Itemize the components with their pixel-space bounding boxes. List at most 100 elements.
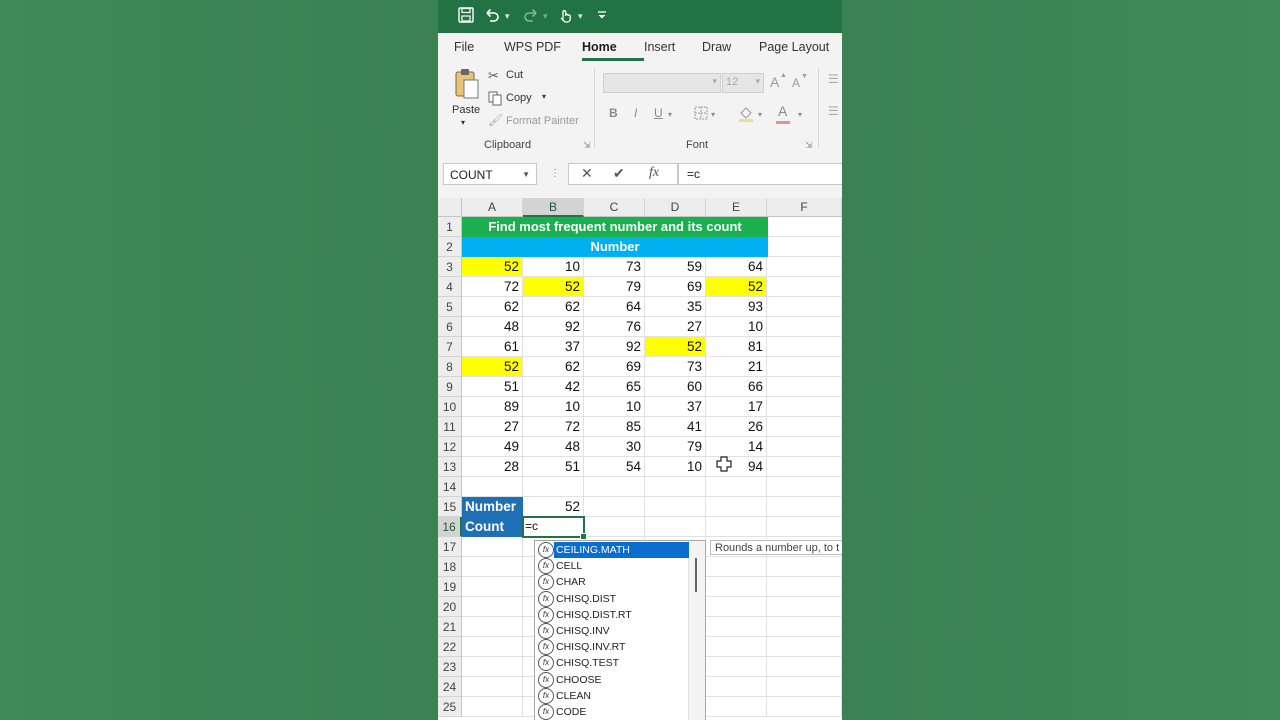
align-top-icon[interactable]: ☰ [828,72,839,86]
autocomplete-item[interactable]: fx CHAR [535,574,689,591]
data-cell-e11[interactable]: 26 [706,417,767,437]
borders-icon[interactable] [694,106,708,123]
cell-c16[interactable] [584,517,645,537]
autocomplete-item[interactable]: fx CHISQ.DIST [535,590,689,607]
cell-c14[interactable] [584,477,645,497]
select-all-corner[interactable] [438,198,462,217]
tab-draw[interactable]: Draw [702,40,731,54]
autocomplete-item[interactable]: fx CHISQ.DIST.RT [535,606,689,623]
row-header-14[interactable]: 14 [438,477,462,497]
data-cell-e9[interactable]: 66 [706,377,767,397]
row-header-18[interactable]: 18 [438,557,462,577]
cell-a20[interactable] [462,597,523,617]
copy-button[interactable]: Copy ▾ [488,90,554,108]
cell-e14[interactable] [706,477,767,497]
row-header-7[interactable]: 7 [438,337,462,357]
data-cell-c5[interactable]: 64 [584,297,645,317]
cell-f22[interactable] [767,637,842,657]
tab-home[interactable]: Home [582,40,617,54]
row-header-12[interactable]: 12 [438,437,462,457]
cell-f16[interactable] [767,517,842,537]
enter-icon[interactable]: ✔ [613,165,625,182]
cell-e22[interactable] [706,637,767,657]
row-header-11[interactable]: 11 [438,417,462,437]
data-cell-b7[interactable]: 37 [523,337,584,357]
cancel-icon[interactable]: ✕ [581,165,593,182]
cell-c15[interactable] [584,497,645,517]
data-cell-a10[interactable]: 89 [462,397,523,417]
data-cell-d9[interactable]: 60 [645,377,706,397]
redo-icon[interactable] [522,6,540,26]
data-cell-b5[interactable]: 62 [523,297,584,317]
underline-dropdown-icon[interactable]: ▾ [668,110,672,119]
font-family-select[interactable]: ▾ [603,73,721,93]
data-cell-e10[interactable]: 17 [706,397,767,417]
data-cell-a12[interactable]: 49 [462,437,523,457]
cell-f10[interactable] [767,397,842,417]
row-header-19[interactable]: 19 [438,577,462,597]
column-header-c[interactable]: C [584,198,645,217]
cell-e20[interactable] [706,597,767,617]
data-cell-a7[interactable]: 61 [462,337,523,357]
save-icon[interactable] [457,6,475,26]
row-header-8[interactable]: 8 [438,357,462,377]
cell-e21[interactable] [706,617,767,637]
cell-e24[interactable] [706,677,767,697]
row-header-1[interactable]: 1 [438,217,462,237]
data-cell-a4[interactable]: 72 [462,277,523,297]
data-cell-b11[interactable]: 72 [523,417,584,437]
data-cell-c6[interactable]: 76 [584,317,645,337]
cell-e23[interactable] [706,657,767,677]
cell-f5[interactable] [767,297,842,317]
row-header-9[interactable]: 9 [438,377,462,397]
grow-font-icon[interactable]: A [770,74,779,90]
data-cell-b10[interactable]: 10 [523,397,584,417]
data-cell-c12[interactable]: 30 [584,437,645,457]
cut-button[interactable]: ✂ Cut [488,67,538,85]
data-cell-c4[interactable]: 79 [584,277,645,297]
data-cell-c11[interactable]: 85 [584,417,645,437]
data-cell-c10[interactable]: 10 [584,397,645,417]
cell-f24[interactable] [767,677,842,697]
cell-f19[interactable] [767,577,842,597]
row-header-22[interactable]: 22 [438,637,462,657]
column-header-a[interactable]: A [462,198,523,217]
cell-a14[interactable] [462,477,523,497]
data-cell-c9[interactable]: 65 [584,377,645,397]
cell-f9[interactable] [767,377,842,397]
data-cell-e12[interactable]: 14 [706,437,767,457]
merged-subtitle-cell[interactable]: Number [462,237,768,257]
autocomplete-item[interactable]: fx CHISQ.INV.RT [535,639,689,656]
data-cell-a13[interactable]: 28 [462,457,523,477]
cell-d14[interactable] [645,477,706,497]
cell-d16[interactable] [645,517,706,537]
data-cell-a9[interactable]: 51 [462,377,523,397]
data-cell-e7[interactable]: 81 [706,337,767,357]
cell-f12[interactable] [767,437,842,457]
insert-function-icon[interactable]: fx [649,165,659,181]
data-cell-b9[interactable]: 42 [523,377,584,397]
data-cell-d3[interactable]: 59 [645,257,706,277]
label-number-cell[interactable]: Number [462,497,523,517]
data-cell-d6[interactable]: 27 [645,317,706,337]
data-cell-d12[interactable]: 79 [645,437,706,457]
font-color-dropdown-icon[interactable]: ▾ [798,110,802,119]
cell-e18[interactable] [706,557,767,577]
customize-qat-icon[interactable] [596,6,608,26]
autocomplete-item[interactable]: fx CHOOSE [535,671,689,688]
cell-a24[interactable] [462,677,523,697]
data-cell-d5[interactable]: 35 [645,297,706,317]
column-header-d[interactable]: D [645,198,706,217]
tab-wps-pdf[interactable]: WPS PDF [504,40,561,54]
scrollbar-thumb[interactable] [695,558,697,592]
touch-mode-icon[interactable] [556,6,574,26]
cell-a21[interactable] [462,617,523,637]
drag-handle-icon[interactable]: ⋮ [550,168,560,179]
bold-button[interactable]: B [609,106,618,120]
row-header-6[interactable]: 6 [438,317,462,337]
data-cell-b13[interactable]: 51 [523,457,584,477]
merged-title-cell[interactable]: Find most frequent number and its count [462,217,768,237]
paste-button[interactable]: Paste ▾ [448,66,484,132]
align-left-icon[interactable]: ☰ [828,104,839,118]
cell-f23[interactable] [767,657,842,677]
